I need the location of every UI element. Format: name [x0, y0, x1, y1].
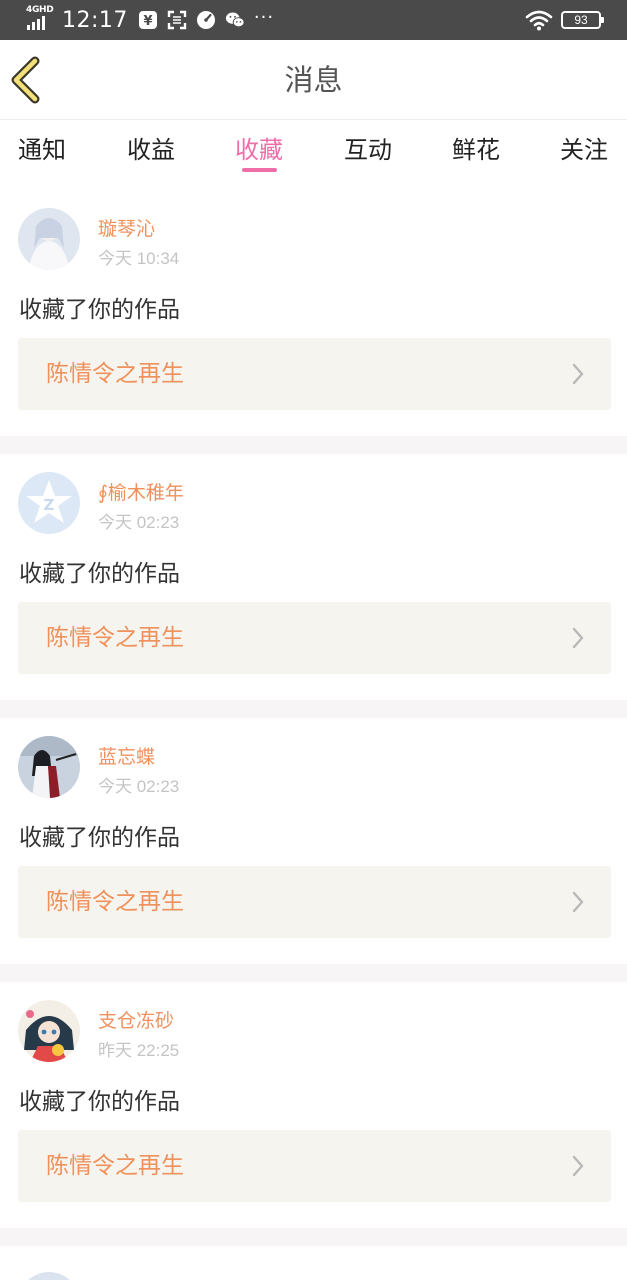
battery-level: 93: [574, 13, 588, 27]
svg-text:¥: ¥: [143, 14, 152, 29]
list-item: 支仓冻砂 昨天 22:25 收藏了你的作品 陈情令之再生: [0, 982, 627, 1228]
avatar[interactable]: [18, 1272, 80, 1280]
more-notifications: ···: [253, 6, 275, 28]
work-link[interactable]: 陈情令之再生: [18, 602, 611, 674]
list-item: Z ∮榆木稚年 今天 02:23 收藏了你的作品 陈情令之再生: [0, 454, 627, 700]
list-item-partial: [0, 1246, 627, 1280]
tab-bar: 通知 收益 收藏 互动 鲜花 关注: [0, 120, 627, 176]
username[interactable]: ∮榆木稚年: [98, 478, 184, 505]
divider: [0, 436, 627, 454]
active-tab-indicator: [242, 168, 277, 172]
divider: [0, 700, 627, 718]
work-link[interactable]: 陈情令之再生: [18, 1130, 611, 1202]
network-type: 4GHD: [26, 5, 54, 15]
battery-icon: 93: [561, 11, 604, 29]
action-text: 收藏了你的作品: [19, 561, 180, 587]
page-title: 消息: [284, 63, 343, 97]
status-bar: 4GHD 12:17 ¥ ··· 93: [0, 0, 627, 40]
work-title: 陈情令之再生: [46, 625, 184, 651]
action-text: 收藏了你的作品: [19, 1089, 180, 1115]
divider: [0, 1228, 627, 1246]
wechat-icon: [225, 10, 245, 30]
message-list: 璇琴沁 今天 10:34 收藏了你的作品 陈情令之再生 Z ∮榆木稚年 今天 0…: [0, 190, 627, 1280]
work-title: 陈情令之再生: [46, 889, 184, 915]
list-item: 蓝忘蝶 今天 02:23 收藏了你的作品 陈情令之再生: [0, 718, 627, 964]
timestamp: 昨天 22:25: [98, 1041, 180, 1060]
list-item: 璇琴沁 今天 10:34 收藏了你的作品 陈情令之再生: [0, 190, 627, 436]
wifi-icon: [525, 10, 553, 31]
signal-icon: 4GHD: [26, 5, 56, 35]
tab-notifications[interactable]: 通知: [18, 130, 66, 165]
chevron-right-icon: [572, 891, 584, 913]
scan-icon: [167, 10, 187, 30]
work-title: 陈情令之再生: [46, 1153, 184, 1179]
status-time: 12:17: [62, 7, 128, 33]
timestamp: 今天 02:23: [98, 513, 180, 532]
timestamp: 今天 02:23: [98, 777, 180, 796]
avatar[interactable]: [18, 736, 80, 798]
svg-text:Z: Z: [44, 496, 55, 514]
avatar[interactable]: Z: [18, 472, 80, 534]
header: 消息: [0, 40, 627, 120]
divider: [0, 964, 627, 982]
action-text: 收藏了你的作品: [19, 297, 180, 323]
status-right: 93: [525, 0, 604, 40]
avatar[interactable]: [18, 208, 80, 270]
chevron-right-icon: [572, 1155, 584, 1177]
username[interactable]: 璇琴沁: [98, 214, 155, 241]
tab-follows[interactable]: 关注: [560, 130, 608, 165]
chevron-right-icon: [572, 627, 584, 649]
work-title: 陈情令之再生: [46, 361, 184, 387]
username[interactable]: 蓝忘蝶: [98, 742, 155, 769]
work-link[interactable]: 陈情令之再生: [18, 338, 611, 410]
avatar[interactable]: [18, 1000, 80, 1062]
tab-earnings[interactable]: 收益: [127, 130, 175, 165]
username[interactable]: 支仓冻砂: [98, 1006, 174, 1033]
chevron-right-icon: [572, 363, 584, 385]
status-left: 4GHD 12:17 ¥ ···: [26, 0, 274, 40]
action-text: 收藏了你的作品: [19, 825, 180, 851]
work-link[interactable]: 陈情令之再生: [18, 866, 611, 938]
tab-interactions[interactable]: 互动: [344, 130, 392, 165]
tab-flowers[interactable]: 鲜花: [452, 130, 500, 165]
speedometer-icon: [196, 10, 216, 30]
timestamp: 今天 10:34: [98, 249, 180, 268]
yuan-icon: ¥: [138, 10, 158, 30]
tab-favorites[interactable]: 收藏: [235, 130, 283, 165]
